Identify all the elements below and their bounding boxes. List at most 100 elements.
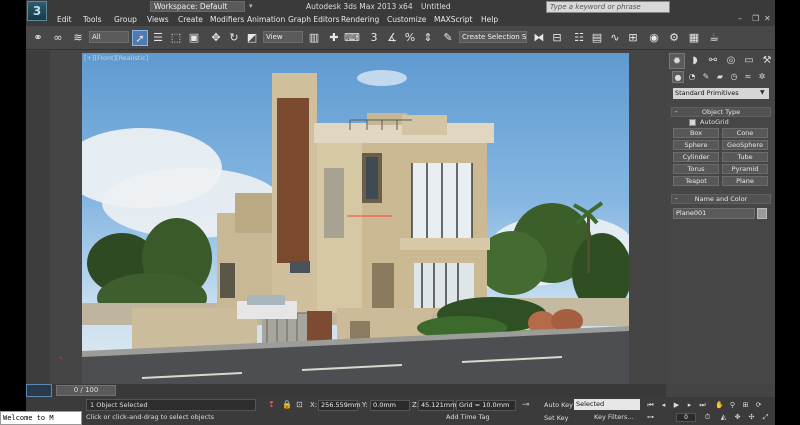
workspace-dropdown[interactable]: Workspace: Default: [150, 1, 245, 12]
viewport-shading-mode[interactable]: [Realistic]: [116, 54, 148, 62]
maximize-viewport-icon[interactable]: ⤢: [760, 412, 771, 422]
chevron-down-icon[interactable]: ▼: [760, 89, 765, 96]
search-input[interactable]: Type a keyword or phrase: [546, 1, 670, 13]
select-manipulate-icon[interactable]: ✚: [326, 30, 342, 46]
menu-group[interactable]: Group: [114, 15, 137, 24]
current-frame-input[interactable]: 0: [676, 413, 696, 422]
rendered-frame-icon[interactable]: ▦: [686, 30, 702, 46]
create-tab-icon[interactable]: ✹: [669, 53, 685, 69]
window-crossing-icon[interactable]: ▣: [186, 30, 202, 46]
menu-views[interactable]: Views: [147, 15, 169, 24]
reference-coordinate-dropdown[interactable]: View: [263, 31, 303, 43]
y-coordinate-input[interactable]: 0.0mm: [370, 400, 410, 411]
bind-space-warp-icon[interactable]: ≋: [70, 30, 86, 46]
absolute-mode-icon[interactable]: ⊡: [296, 400, 303, 409]
menu-animation[interactable]: Animation: [247, 15, 285, 24]
primitive-category-dropdown[interactable]: Standard Primitives: [673, 88, 769, 99]
zoom-extents-icon[interactable]: ⊞: [740, 400, 751, 411]
menu-customize[interactable]: Customize: [387, 15, 426, 24]
scale-icon[interactable]: ◩: [244, 30, 260, 46]
sphere-button[interactable]: Sphere: [673, 140, 719, 150]
unlink-icon[interactable]: ∞: [50, 30, 66, 46]
maxscript-listener[interactable]: Welcome to M: [0, 411, 82, 425]
lights-icon[interactable]: ✎: [700, 71, 712, 83]
systems-icon[interactable]: ✲: [756, 71, 768, 83]
move-icon[interactable]: ✥: [208, 30, 224, 46]
x-coordinate-input[interactable]: 256.559mm: [318, 400, 361, 411]
selection-lock-icon[interactable]: 🔒: [282, 400, 292, 409]
viewport-front[interactable]: [+][Front][Realistic]: [82, 53, 629, 384]
schematic-view-icon[interactable]: ⊞: [625, 30, 641, 46]
geometry-icon[interactable]: ●: [672, 71, 684, 83]
time-config-icon[interactable]: ⏱: [702, 412, 713, 422]
object-name-input[interactable]: Plane001: [673, 208, 755, 219]
edit-named-selection-icon[interactable]: ✎: [440, 30, 456, 46]
play-icon[interactable]: ▶: [671, 400, 682, 411]
utilities-tab-icon[interactable]: ⚒: [759, 53, 775, 69]
teapot-button[interactable]: Teapot: [673, 176, 719, 186]
key-icon[interactable]: ⊸: [522, 400, 530, 410]
add-time-tag[interactable]: Add Time Tag: [446, 413, 490, 421]
pan-view-icon[interactable]: ✋: [714, 400, 725, 411]
motion-tab-icon[interactable]: ◎: [723, 53, 739, 69]
menu-create[interactable]: Create: [178, 15, 203, 24]
orbit-subobject-icon[interactable]: ✣: [746, 412, 757, 422]
rectangular-selection-icon[interactable]: ⬚: [168, 30, 184, 46]
percent-snap-icon[interactable]: %: [402, 30, 418, 46]
menu-tools[interactable]: Tools: [83, 15, 101, 24]
mirror-icon[interactable]: ⧓: [531, 30, 547, 46]
menu-help[interactable]: Help: [481, 15, 498, 24]
spinner-snap-icon[interactable]: ⇕: [420, 30, 436, 46]
hierarchy-tab-icon[interactable]: ⚯: [705, 53, 721, 69]
autogrid-checkbox[interactable]: [689, 119, 696, 126]
cone-button[interactable]: Cone: [722, 128, 768, 138]
named-selection-dropdown[interactable]: Create Selection Se: [459, 31, 527, 43]
auto-key-button[interactable]: Auto Key: [544, 401, 573, 409]
select-object-icon[interactable]: ➚: [132, 30, 148, 46]
time-slider-track[interactable]: 0 / 100: [26, 384, 666, 397]
set-key-button[interactable]: Set Key: [544, 414, 569, 422]
mini-listener-icon[interactable]: [26, 384, 52, 397]
viewport-point-of-view[interactable]: [Front]: [95, 54, 117, 62]
next-frame-icon[interactable]: ▸: [684, 400, 695, 411]
go-to-end-icon[interactable]: ⏭: [697, 400, 708, 411]
chevron-down-icon[interactable]: ▾: [249, 2, 253, 10]
go-to-start-icon[interactable]: ⏮: [645, 400, 656, 411]
cameras-icon[interactable]: ▰: [714, 71, 726, 83]
torus-button[interactable]: Torus: [673, 164, 719, 174]
restore-icon[interactable]: ❐: [752, 14, 759, 23]
menu-graph-editors[interactable]: Graph Editors: [288, 15, 340, 24]
previous-frame-icon[interactable]: ◂: [658, 400, 669, 411]
menu-rendering[interactable]: Rendering: [341, 15, 379, 24]
modify-tab-icon[interactable]: ◗: [687, 53, 703, 69]
menu-modifiers[interactable]: Modifiers: [210, 15, 244, 24]
plane-button[interactable]: Plane: [722, 176, 768, 186]
z-coordinate-input[interactable]: 45.121mm: [418, 400, 456, 411]
selection-filter-dropdown[interactable]: All: [89, 31, 129, 43]
pivot-center-icon[interactable]: ▥: [306, 30, 322, 46]
walk-through-icon[interactable]: ✥: [732, 412, 743, 422]
layer-manager-icon[interactable]: ☷: [571, 30, 587, 46]
display-tab-icon[interactable]: ▭: [741, 53, 757, 69]
minimize-icon[interactable]: –: [738, 14, 742, 23]
pyramid-button[interactable]: Pyramid: [722, 164, 768, 174]
keyboard-shortcut-icon[interactable]: ⌨: [344, 30, 360, 46]
select-by-name-icon[interactable]: ☰: [150, 30, 166, 46]
rotate-icon[interactable]: ↻: [226, 30, 242, 46]
orbit-icon[interactable]: ⟳: [753, 400, 764, 411]
menu-maxscript[interactable]: MAXScript: [434, 15, 473, 24]
align-icon[interactable]: ⊟: [549, 30, 565, 46]
key-mode-toggle-icon[interactable]: ⊶: [645, 412, 656, 422]
geosphere-button[interactable]: GeoSphere: [722, 140, 768, 150]
render-production-icon[interactable]: ☕: [706, 30, 722, 46]
snaps-toggle-icon[interactable]: 3: [366, 30, 382, 46]
field-of-view-icon[interactable]: ◭: [718, 412, 729, 422]
cylinder-button[interactable]: Cylinder: [673, 152, 719, 162]
viewport-label[interactable]: [+][Front][Realistic]: [84, 54, 148, 62]
viewport-plus-menu[interactable]: [+]: [84, 54, 95, 62]
graphite-toggle-icon[interactable]: ▤: [589, 30, 605, 46]
app-logo-icon[interactable]: 3: [27, 1, 47, 21]
material-editor-icon[interactable]: ◉: [646, 30, 662, 46]
curve-editor-icon[interactable]: ∿: [607, 30, 623, 46]
menu-edit[interactable]: Edit: [57, 15, 72, 24]
